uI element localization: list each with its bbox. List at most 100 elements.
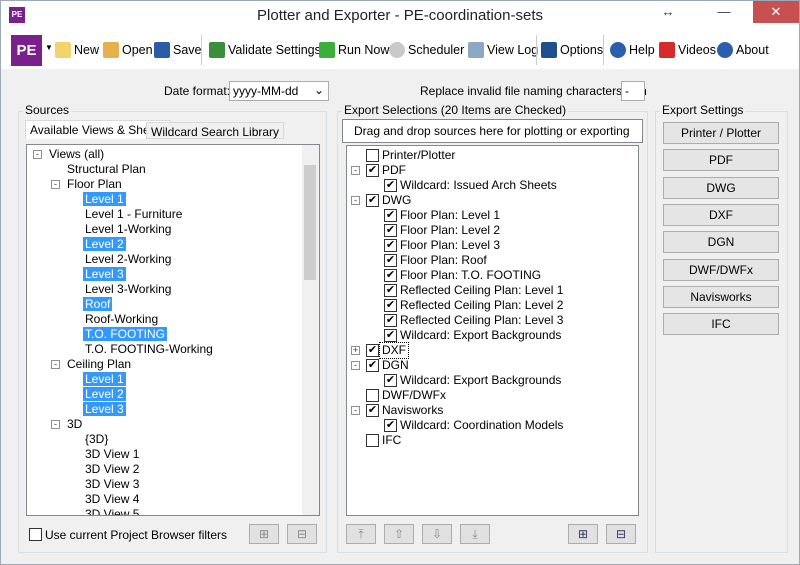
export-tree-item[interactable]: Wildcard: Coordination Models: [398, 418, 565, 433]
source-tree-item[interactable]: 3D View 2: [83, 462, 141, 477]
source-tree-item[interactable]: Level 2: [83, 237, 126, 252]
export-item-checkbox[interactable]: ✔: [366, 404, 379, 417]
export-ifc-button[interactable]: IFC: [663, 313, 779, 336]
source-tree-item[interactable]: 3D View 3: [83, 477, 141, 492]
export-pdf-button[interactable]: PDF: [663, 149, 779, 172]
source-tree-item[interactable]: Level 3-Working: [83, 282, 173, 297]
tab-wildcard-library[interactable]: Wildcard Search Library: [146, 122, 285, 139]
move-top-button[interactable]: ⤒: [346, 524, 376, 544]
source-tree-item[interactable]: Level 1: [83, 192, 126, 207]
export-item-checkbox[interactable]: ✔: [384, 329, 397, 342]
save-button[interactable]: Save: [154, 42, 202, 58]
run-now-button[interactable]: Run Now: [319, 42, 389, 58]
move-up-button[interactable]: ⇧: [384, 524, 414, 544]
export-tree-item[interactable]: Floor Plan: T.O. FOOTING: [398, 268, 543, 283]
export-item-checkbox[interactable]: ✔: [384, 179, 397, 192]
open-button[interactable]: Open: [103, 42, 153, 58]
source-tree-item[interactable]: 3D: [65, 417, 84, 432]
new-button[interactable]: New: [55, 42, 99, 58]
source-tree-item[interactable]: Structural Plan: [65, 162, 148, 177]
export-item-checkbox[interactable]: ✔: [366, 194, 379, 207]
scheduler-button[interactable]: Scheduler: [389, 42, 464, 58]
export-item-checkbox[interactable]: ✔: [384, 284, 397, 297]
view-log-button[interactable]: View Log: [468, 42, 538, 58]
source-tree-item[interactable]: Level 2-Working: [83, 252, 173, 267]
source-tree-item[interactable]: Level 2: [83, 387, 126, 402]
export-tree-item[interactable]: Floor Plan: Level 1: [398, 208, 502, 223]
export-tree-item[interactable]: Wildcard: Export Backgrounds: [398, 373, 563, 388]
export-dwf-dwfx-button[interactable]: DWF/DWFx: [663, 258, 779, 281]
export-tree-item[interactable]: DGN: [380, 358, 411, 373]
collapse-icon[interactable]: -: [351, 196, 360, 205]
export-item-checkbox[interactable]: [366, 149, 379, 162]
validate-settings-button[interactable]: Validate Settings: [209, 42, 321, 58]
about-button[interactable]: About: [717, 42, 769, 58]
source-tree-item[interactable]: Level 3: [83, 267, 126, 282]
expand-all-button[interactable]: ⊞: [249, 524, 279, 544]
source-tree-item[interactable]: Views (all): [47, 147, 106, 162]
export-tree-item[interactable]: Navisworks: [380, 403, 445, 418]
source-tree-item[interactable]: 3D View 4: [83, 492, 141, 507]
chevron-down-icon[interactable]: ▼: [45, 43, 53, 52]
options-button[interactable]: Options: [541, 42, 603, 58]
export-item-checkbox[interactable]: ✔: [384, 299, 397, 312]
collapse-icon[interactable]: -: [51, 360, 60, 369]
resize-button[interactable]: ↔: [653, 1, 683, 23]
collapse-icon[interactable]: -: [351, 406, 360, 415]
export-item-checkbox[interactable]: ✔: [384, 269, 397, 282]
collapse-exports-button[interactable]: ⊟: [606, 524, 636, 544]
export-tree-item[interactable]: Reflected Ceiling Plan: Level 2: [398, 298, 565, 313]
collapse-icon[interactable]: -: [51, 420, 60, 429]
export-tree-item[interactable]: DWG: [380, 193, 413, 208]
source-tree-item[interactable]: 3D View 1: [83, 447, 141, 462]
export-tree-item[interactable]: Wildcard: Export Backgrounds: [398, 328, 563, 343]
export-item-checkbox[interactable]: ✔: [384, 314, 397, 327]
export-item-checkbox[interactable]: ✔: [384, 209, 397, 222]
collapse-icon[interactable]: -: [51, 180, 60, 189]
export-item-checkbox[interactable]: [366, 389, 379, 402]
drop-zone[interactable]: Drag and drop sources here for plotting …: [342, 119, 643, 143]
source-tree-item[interactable]: Roof-Working: [83, 312, 160, 327]
source-tree-item[interactable]: Level 3: [83, 402, 126, 417]
sources-scrollbar[interactable]: [302, 145, 319, 515]
source-tree-item[interactable]: T.O. FOOTING: [83, 327, 167, 342]
export-item-checkbox[interactable]: ✔: [366, 359, 379, 372]
expand-icon[interactable]: +: [351, 346, 360, 355]
source-tree-item[interactable]: Roof: [83, 297, 113, 312]
source-tree-item[interactable]: Level 1: [83, 372, 126, 387]
export-dwg-button[interactable]: DWG: [663, 176, 779, 199]
export-tree-item[interactable]: IFC: [380, 433, 403, 448]
export-printer-plotter-button[interactable]: Printer / Plotter: [663, 122, 779, 144]
export-item-checkbox[interactable]: ✔: [384, 239, 397, 252]
app-logo-menu-button[interactable]: PE: [11, 35, 42, 66]
collapse-icon[interactable]: -: [33, 150, 42, 159]
expand-exports-button[interactable]: ⊞: [568, 524, 598, 544]
export-tree-item[interactable]: Floor Plan: Level 2: [398, 223, 502, 238]
source-tree-item[interactable]: Level 1 - Furniture: [83, 207, 184, 222]
export-dxf-button[interactable]: DXF: [663, 203, 779, 226]
collapse-icon[interactable]: -: [351, 166, 360, 175]
source-tree-item[interactable]: 3D View 5: [83, 507, 141, 515]
export-item-checkbox[interactable]: ✔: [384, 374, 397, 387]
export-tree-item[interactable]: DWF/DWFx: [380, 388, 448, 403]
replace-chars-input[interactable]: -: [621, 81, 645, 101]
source-tree-item[interactable]: T.O. FOOTING-Working: [83, 342, 215, 357]
videos-button[interactable]: Videos: [659, 42, 716, 58]
source-tree-item[interactable]: Floor Plan: [65, 177, 124, 192]
export-tree-item[interactable]: Floor Plan: Roof: [398, 253, 489, 268]
collapse-all-button[interactable]: ⊟: [287, 524, 317, 544]
source-tree-item[interactable]: Ceiling Plan: [65, 357, 133, 372]
export-item-checkbox[interactable]: ✔: [384, 224, 397, 237]
export-navisworks-button[interactable]: Navisworks: [663, 285, 779, 308]
project-browser-filter-checkbox[interactable]: [29, 528, 42, 541]
move-bottom-button[interactable]: ⤓: [460, 524, 490, 544]
export-item-checkbox[interactable]: [366, 434, 379, 447]
export-item-checkbox[interactable]: ✔: [384, 419, 397, 432]
collapse-icon[interactable]: -: [351, 361, 360, 370]
export-tree-item[interactable]: Reflected Ceiling Plan: Level 3: [398, 313, 565, 328]
export-item-checkbox[interactable]: ✔: [366, 344, 379, 357]
export-item-checkbox[interactable]: ✔: [366, 164, 379, 177]
export-tree-item[interactable]: Printer/Plotter: [380, 148, 457, 163]
move-down-button[interactable]: ⇩: [422, 524, 452, 544]
export-tree-item[interactable]: Reflected Ceiling Plan: Level 1: [398, 283, 565, 298]
